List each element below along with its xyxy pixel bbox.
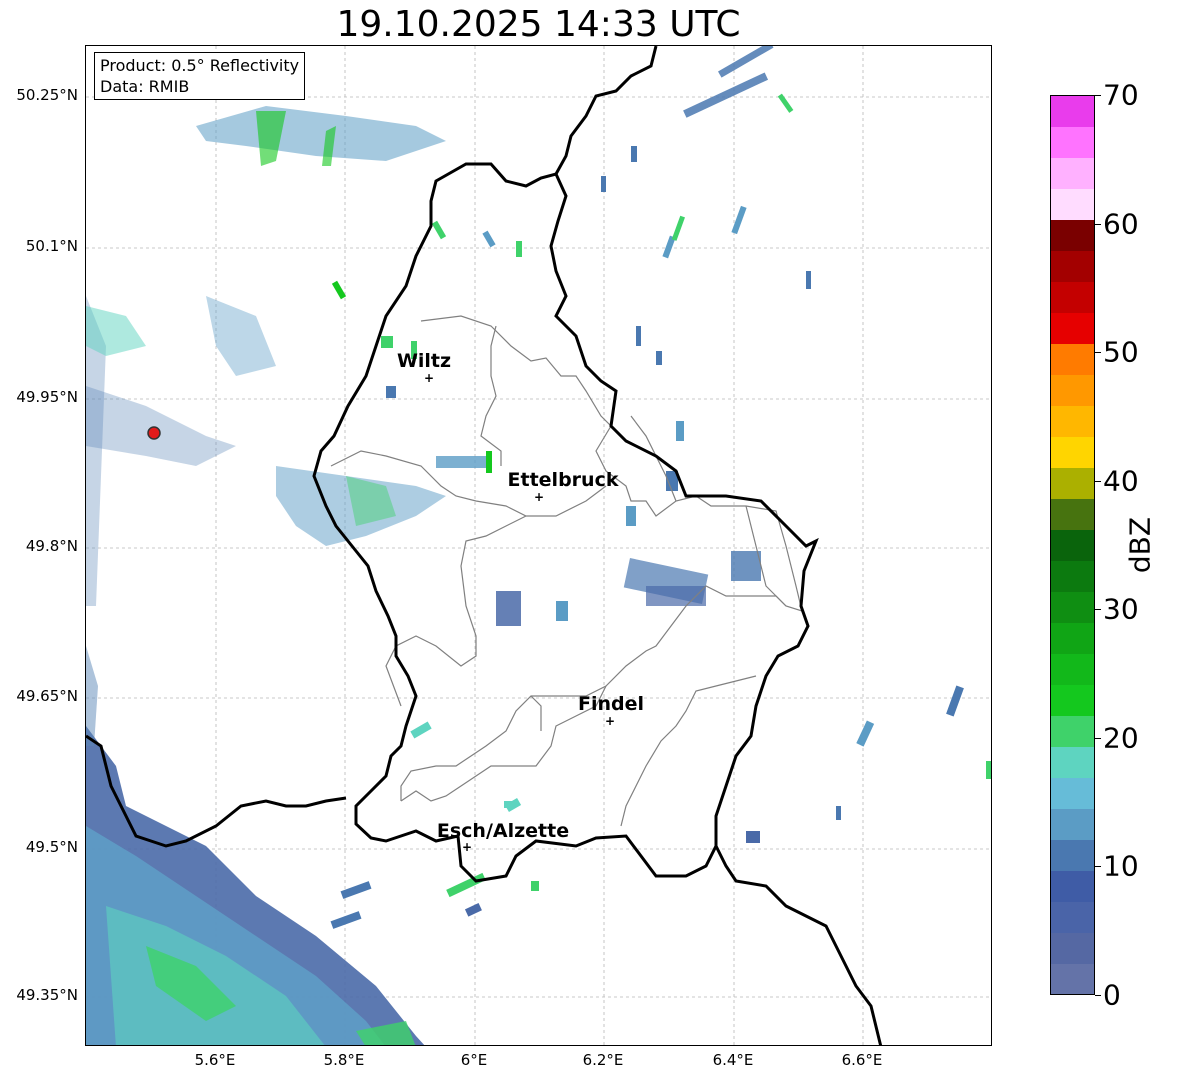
colorbar-segment <box>1051 312 1094 345</box>
colorbar-tick-label: 0 <box>1103 978 1121 1012</box>
colorbar-tick-label: 60 <box>1103 207 1139 241</box>
colorbar-tick <box>1095 352 1101 354</box>
lat-tick-label: 50.25°N <box>16 86 78 104</box>
lat-tick-label: 49.35°N <box>16 986 78 1004</box>
colorbar-segment <box>1051 250 1094 283</box>
colorbar-segment <box>1051 281 1094 314</box>
colorbar-tick <box>1095 223 1101 225</box>
colorbar-segment <box>1051 901 1094 933</box>
colorbar-segment <box>1051 870 1094 902</box>
colorbar-segment <box>1051 808 1094 840</box>
colorbar-segment <box>1051 405 1094 438</box>
colorbar-tick <box>1095 480 1101 482</box>
city-label-findel: Findel <box>577 693 645 715</box>
colorbar-segment <box>1051 746 1094 778</box>
lat-tick-label: 49.95°N <box>16 388 78 406</box>
colorbar-segment <box>1051 96 1094 128</box>
city-label-wiltz: Wiltz <box>396 350 452 372</box>
colorbar-tick <box>1095 609 1101 611</box>
radar-station <box>147 426 161 440</box>
colorbar-segment <box>1051 343 1094 376</box>
colorbar-segment <box>1051 560 1094 592</box>
colorbar-segment <box>1051 932 1094 964</box>
echo-northwest <box>196 106 446 161</box>
radar-map[interactable] <box>85 45 992 1046</box>
echo-station-clutter <box>86 386 236 466</box>
colorbar-tick-label: 10 <box>1103 849 1139 883</box>
map-canvas <box>86 46 991 1045</box>
colorbar-segment <box>1051 622 1094 654</box>
colorbar-segment <box>1051 374 1094 407</box>
colorbar-segment <box>1051 529 1094 561</box>
city-label-ettelbruck: Ettelbruck <box>507 469 619 491</box>
colorbar-segment <box>1051 157 1094 190</box>
colorbar-tick-label: 30 <box>1103 592 1139 626</box>
colorbar-segment <box>1051 498 1094 530</box>
data-source-label: Data: RMIB <box>100 77 190 96</box>
colorbar-segment <box>1051 591 1094 623</box>
lon-tick-label: 6.4°E <box>712 1051 754 1069</box>
colorbar-tick-label: 50 <box>1103 335 1139 369</box>
colorbar-tick-label: 20 <box>1103 721 1139 755</box>
colorbar-tick <box>1095 995 1101 996</box>
lat-tick-label: 49.5°N <box>25 838 78 856</box>
colorbar-segment <box>1051 715 1094 747</box>
colorbar-segment <box>1051 839 1094 871</box>
city-marker: + <box>461 840 473 854</box>
city-marker: + <box>604 714 616 728</box>
colorbar <box>1050 95 1095 995</box>
colorbar-segment <box>1051 963 1094 995</box>
lat-tick-label: 50.1°N <box>25 237 78 255</box>
colorbar-segment <box>1051 436 1094 469</box>
colorbar-tick-label: 40 <box>1103 464 1139 498</box>
city-marker: + <box>423 371 435 385</box>
colorbar-segment <box>1051 467 1094 500</box>
product-label: Product: 0.5° Reflectivity <box>100 56 300 75</box>
lon-tick-label: 5.6°E <box>194 1051 236 1069</box>
colorbar-tick <box>1095 866 1101 868</box>
lon-tick-label: 6°E <box>460 1051 488 1069</box>
colorbar-tick <box>1095 737 1101 739</box>
lon-tick-label: 6.6°E <box>841 1051 883 1069</box>
radar-echoes <box>86 46 991 1045</box>
info-box: Product: 0.5° Reflectivity Data: RMIB <box>94 52 306 100</box>
colorbar-segment <box>1051 126 1094 159</box>
lon-tick-label: 5.8°E <box>323 1051 365 1069</box>
lat-tick-label: 49.8°N <box>25 537 78 555</box>
lon-tick-label: 6.2°E <box>582 1051 624 1069</box>
lat-tick-label: 49.65°N <box>16 687 78 705</box>
colorbar-segment <box>1051 777 1094 809</box>
colorbar-tick-label: 70 <box>1103 78 1139 112</box>
colorbar-segment <box>1051 219 1094 252</box>
map-title: 19.10.2025 14:33 UTC <box>336 4 741 45</box>
colorbar-segment <box>1051 188 1094 221</box>
colorbar-segment <box>1051 653 1094 685</box>
colorbar-label: dBZ <box>1123 516 1157 574</box>
colorbar-segment <box>1051 684 1094 716</box>
city-label-esch-alzette: Esch/Alzette <box>436 820 570 842</box>
city-marker: + <box>533 490 545 504</box>
colorbar-tick <box>1095 95 1101 96</box>
